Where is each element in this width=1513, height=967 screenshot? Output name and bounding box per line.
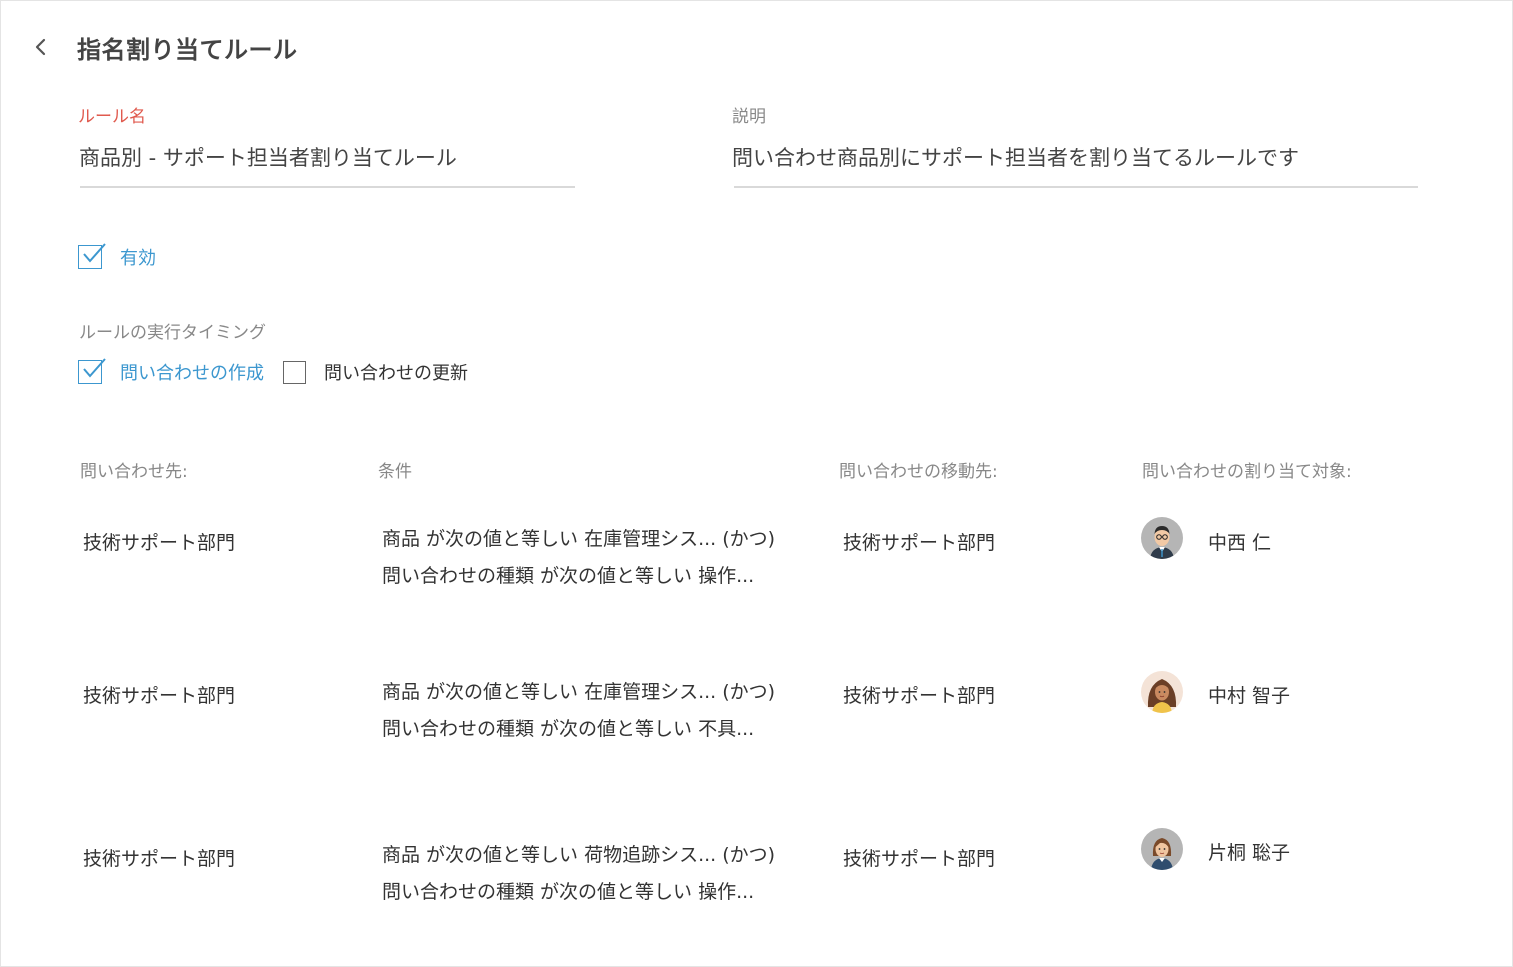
- header-condition: 条件: [378, 462, 412, 482]
- checkbox-checked-icon: [78, 358, 106, 384]
- timing-update-checkbox[interactable]: 問い合わせの更新: [283, 359, 468, 385]
- timing-section-label: ルールの実行タイミング: [79, 323, 266, 343]
- enabled-label: 有効: [120, 248, 156, 269]
- row-assignee-name: 片桐 聡子: [1208, 842, 1291, 864]
- row-destination: 技術サポート部門: [843, 532, 996, 554]
- description-label: 説明: [732, 107, 766, 127]
- timing-create-checkbox[interactable]: 問い合わせの作成: [78, 358, 264, 385]
- woman-short-hair-avatar-icon: [1141, 828, 1183, 870]
- checkbox-unchecked-icon: [283, 360, 306, 384]
- rule-name-underline: [80, 186, 575, 188]
- description-underline: [734, 186, 1418, 188]
- rule-name-label: ルール名: [78, 107, 146, 127]
- rule-name-input[interactable]: [79, 142, 573, 172]
- row-assignee-name: 中村 智子: [1208, 685, 1291, 707]
- row-source: 技術サポート部門: [83, 685, 236, 707]
- row-source: 技術サポート部門: [83, 532, 236, 554]
- timing-update-label: 問い合わせの更新: [324, 363, 468, 384]
- woman-curly-hair-avatar-icon: [1141, 671, 1183, 713]
- row-condition-line1: 商品 が次の値と等しい 在庫管理シス... (かつ): [382, 528, 776, 550]
- man-glasses-avatar-icon: [1141, 517, 1183, 559]
- row-destination: 技術サポート部門: [843, 848, 996, 870]
- description-input[interactable]: [732, 142, 1416, 172]
- timing-create-label: 問い合わせの作成: [120, 363, 264, 384]
- row-assignee-name: 中西 仁: [1208, 532, 1272, 554]
- row-condition-line1: 商品 が次の値と等しい 在庫管理シス... (かつ): [382, 681, 776, 703]
- row-destination: 技術サポート部門: [843, 685, 996, 707]
- row-condition-line1: 商品 が次の値と等しい 荷物追跡シス... (かつ): [382, 844, 776, 866]
- chevron-left-icon: [35, 38, 46, 56]
- row-source: 技術サポート部門: [83, 848, 236, 870]
- row-condition-line2: 問い合わせの種類 が次の値と等しい 不具...: [382, 718, 755, 740]
- header-source: 問い合わせ先:: [80, 462, 188, 482]
- page-title: 指名割り当てルール: [77, 36, 298, 64]
- back-button[interactable]: [28, 34, 54, 60]
- checkbox-checked-icon: [78, 243, 106, 269]
- row-condition-line2: 問い合わせの種類 が次の値と等しい 操作...: [382, 565, 755, 587]
- header-assignee: 問い合わせの割り当て対象:: [1142, 462, 1352, 482]
- enabled-checkbox[interactable]: 有効: [78, 243, 156, 270]
- row-condition-line2: 問い合わせの種類 が次の値と等しい 操作...: [382, 881, 755, 903]
- header-destination: 問い合わせの移動先:: [839, 462, 998, 482]
